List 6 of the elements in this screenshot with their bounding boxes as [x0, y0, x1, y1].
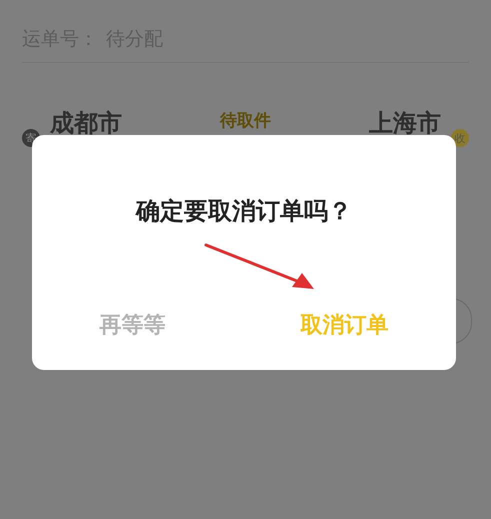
cancel-order-button[interactable]: 取消订单 [294, 306, 394, 344]
order-status: 待取件 [220, 110, 271, 132]
origin-city: 成都市 [50, 108, 122, 139]
wait-button[interactable]: 再等等 [94, 306, 172, 344]
destination-city: 上海市 [369, 108, 441, 139]
dialog-title: 确定要取消订单吗？ [136, 196, 352, 227]
